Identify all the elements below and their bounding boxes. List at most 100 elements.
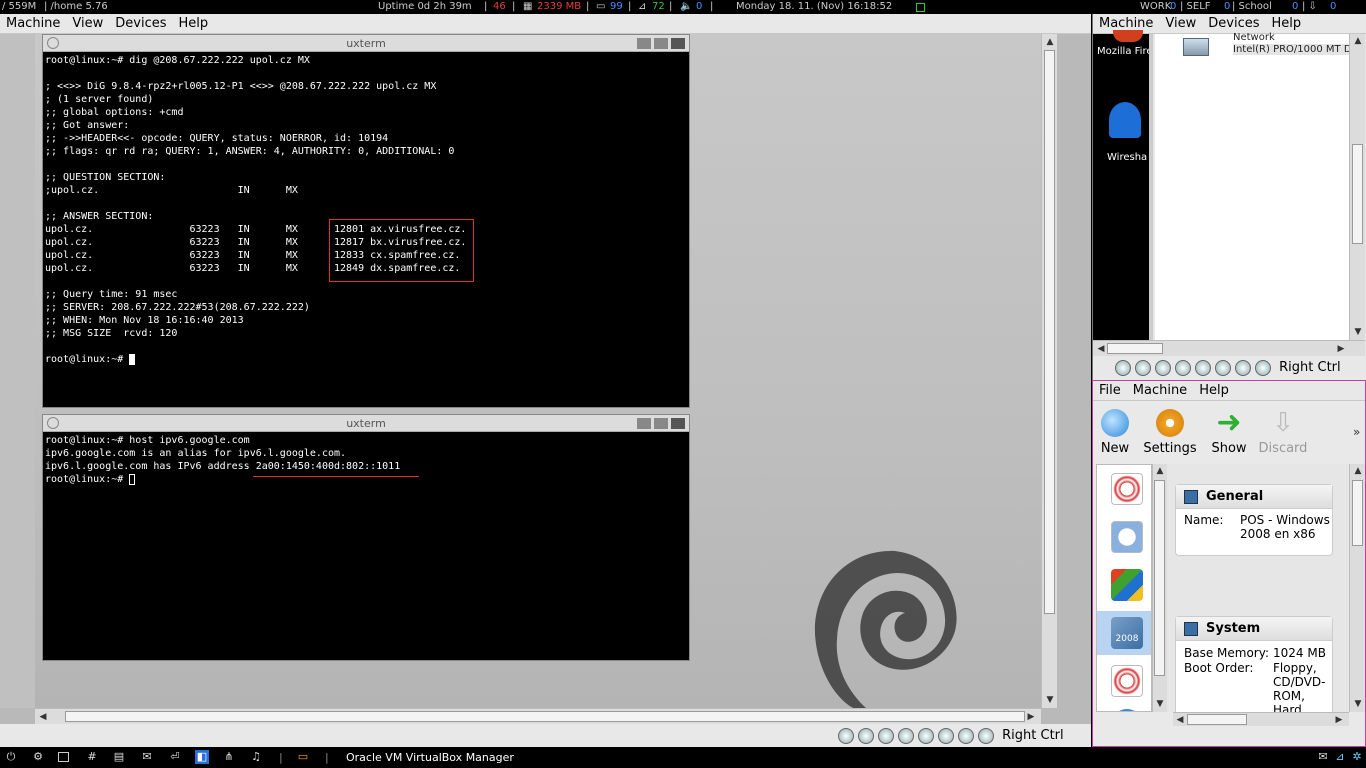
menu-devices[interactable]: Devices (109, 14, 172, 34)
toolbar-more-icon[interactable]: » (1353, 425, 1360, 439)
scroll-down-icon[interactable]: ▼ (1352, 326, 1364, 338)
mail-tray-icon[interactable]: ✉ (1316, 750, 1330, 764)
network-adapter-icon[interactable] (898, 727, 914, 744)
close-button[interactable] (671, 418, 685, 429)
workspace-work[interactable]: WORK (1140, 0, 1171, 14)
scroll-down-icon[interactable]: ▼ (1154, 698, 1166, 710)
vm-item[interactable] (1103, 467, 1149, 511)
menu-help[interactable]: Help (1266, 14, 1308, 34)
active-window-icon[interactable]: ◧ (195, 750, 209, 764)
workspace-school[interactable]: | School (1232, 0, 1272, 14)
scroll-left-icon[interactable]: ◀ (37, 711, 49, 723)
scroll-up-icon[interactable]: ▲ (1352, 465, 1364, 477)
scroll-right-icon[interactable]: ▶ (1025, 711, 1037, 723)
firefox-label[interactable]: Mozilla Fire (1097, 46, 1152, 57)
scroll-down-icon[interactable]: ▼ (1352, 698, 1364, 710)
display-icon[interactable] (1215, 359, 1231, 376)
minimize-button[interactable] (637, 418, 651, 429)
maximize-button[interactable] (654, 418, 668, 429)
network-icon[interactable]: ⋔ (222, 750, 236, 764)
terminal-prompt[interactable]: root@linux:~# (45, 353, 687, 366)
cd-icon[interactable] (858, 727, 874, 744)
vm-item-selected[interactable]: 2008 (1097, 611, 1151, 655)
vertical-scrollbar[interactable]: ▲ ▼ (1041, 34, 1057, 708)
window-icon[interactable] (58, 752, 69, 762)
discard-button[interactable]: ⇩ Discard (1254, 407, 1312, 456)
terminal-window-dig[interactable]: uxterm root@linux:~# dig @208.67.222.222… (42, 34, 690, 408)
mouse-integration-icon[interactable] (1255, 359, 1271, 376)
settings-button[interactable]: Settings (1141, 407, 1199, 456)
minimize-button[interactable] (637, 38, 651, 49)
folder-icon[interactable]: ▭ (296, 750, 310, 764)
system-header[interactable]: System (1176, 617, 1332, 641)
firefox-desktop-icon[interactable] (1113, 30, 1143, 42)
wireshark-label[interactable]: Wiresha (1107, 152, 1147, 163)
power-icon[interactable]: ⏻ (4, 750, 18, 764)
scrollbar-thumb[interactable] (1187, 714, 1247, 725)
network-adapter-icon[interactable] (1175, 359, 1191, 376)
vm-list[interactable]: 2008 (1096, 464, 1152, 712)
music-icon[interactable]: ♫ (249, 750, 263, 764)
terminal-prompt[interactable]: root@linux:~# (45, 473, 687, 486)
vm-item[interactable] (1103, 563, 1149, 607)
scroll-right-icon[interactable]: ▶ (1335, 343, 1347, 355)
hdd-icon[interactable] (838, 727, 854, 744)
horizontal-scrollbar[interactable]: ◀ ▶ (1093, 340, 1365, 356)
scroll-up-icon[interactable]: ▲ (1154, 465, 1166, 477)
show-button[interactable]: ➜ Show (1200, 407, 1258, 457)
details-hscrollbar[interactable]: ◀ ▶ (1173, 712, 1349, 726)
scrollbar-thumb[interactable] (1154, 480, 1165, 676)
usb-icon[interactable] (878, 727, 894, 744)
details-scrollbar[interactable]: ▲ ▼ (1349, 464, 1365, 712)
terminal-icon[interactable]: ⏎ (168, 750, 182, 764)
settings-tray-icon[interactable]: ✲ (1350, 750, 1364, 764)
usb-icon[interactable] (1155, 359, 1171, 376)
workspace-download[interactable]: | ⇩ (1302, 0, 1317, 14)
network-tray-icon[interactable]: ⊿ (1333, 750, 1347, 764)
taskbar-window-title[interactable]: Oracle VM VirtualBox Manager (346, 747, 514, 768)
menu-devices[interactable]: Devices (1202, 14, 1265, 34)
scrollbar-thumb[interactable] (1352, 144, 1363, 244)
menu-machine[interactable]: Machine (1127, 381, 1193, 401)
scroll-right-icon[interactable]: ▶ (1333, 714, 1345, 726)
shared-folder-icon[interactable] (918, 727, 934, 744)
virtualization-icon[interactable] (958, 727, 974, 744)
menu-file[interactable]: File (1093, 381, 1127, 401)
menu-machine[interactable]: Machine (0, 14, 66, 34)
print-icon[interactable]: ▤ (112, 750, 126, 764)
terminal-output[interactable]: root@linux:~# host ipv6.google.com ipv6.g… (45, 434, 687, 658)
scroll-left-icon[interactable]: ◀ (1095, 343, 1107, 355)
vm-item[interactable] (1103, 703, 1149, 711)
new-button[interactable]: New (1086, 407, 1144, 456)
vm-list-scrollbar[interactable]: ▲ ▼ (1152, 464, 1167, 712)
menu-help[interactable]: Help (1193, 381, 1235, 401)
vertical-scrollbar[interactable]: ▲ ▼ (1349, 34, 1365, 340)
scrollbar-thumb[interactable] (65, 711, 1025, 722)
scroll-up-icon[interactable]: ▲ (1044, 36, 1056, 48)
scroll-up-icon[interactable]: ▲ (1352, 35, 1364, 47)
workspace-self[interactable]: | SELF (1180, 0, 1211, 14)
maximize-button[interactable] (654, 38, 668, 49)
terminal-window-host[interactable]: uxterm root@linux:~# host ipv6.google.co… (42, 414, 690, 661)
virtualization-icon[interactable] (1235, 359, 1251, 376)
shared-folder-icon[interactable] (1195, 359, 1211, 376)
close-button[interactable] (671, 38, 685, 49)
menu-view[interactable]: View (66, 14, 109, 34)
terminal-titlebar[interactable]: uxterm (43, 415, 689, 432)
scroll-left-icon[interactable]: ◀ (1174, 714, 1186, 726)
scrollbar-thumb[interactable] (1352, 480, 1363, 546)
scroll-down-icon[interactable]: ▼ (1044, 694, 1056, 706)
terminal-titlebar[interactable]: uxterm (43, 35, 689, 52)
scrollbar-thumb[interactable] (1044, 50, 1055, 614)
menu-view[interactable]: View (1159, 14, 1202, 34)
horizontal-scrollbar[interactable]: ◀ ▶ (35, 708, 1041, 724)
hash-icon[interactable]: # (85, 750, 99, 764)
display-icon[interactable] (938, 727, 954, 744)
gear-icon[interactable]: ⚙ (31, 750, 45, 764)
mail-icon[interactable]: ✉ (140, 750, 154, 764)
wireshark-desktop-icon[interactable] (1109, 102, 1141, 138)
vm-item[interactable] (1103, 659, 1149, 703)
menu-help[interactable]: Help (173, 14, 215, 34)
mouse-integration-icon[interactable] (978, 727, 994, 744)
hdd-icon[interactable] (1115, 359, 1131, 376)
